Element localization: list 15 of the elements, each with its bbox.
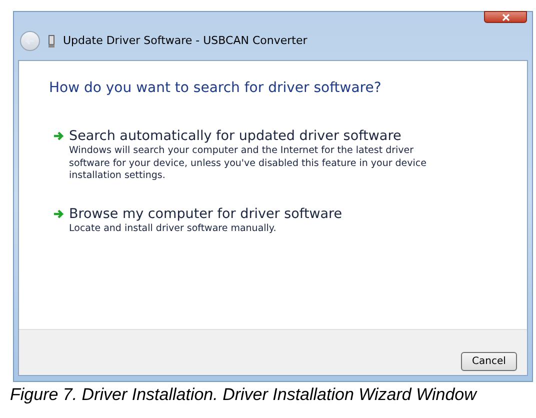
option-description: Locate and install driver software manually. xyxy=(69,222,278,235)
back-arrow-icon xyxy=(25,37,35,45)
arrow-icon xyxy=(53,208,64,218)
cancel-button[interactable]: Cancel xyxy=(461,352,517,371)
close-icon xyxy=(502,14,510,20)
arrow-icon xyxy=(53,131,64,141)
window-title: Update Driver Software - USBCAN Converter xyxy=(63,32,308,49)
figure-caption: Figure 7. Driver Installation. Driver Installation Wizard Window xyxy=(10,385,478,405)
option-link[interactable]: Browse my computer for driver software Locate and install driver software manually. xyxy=(53,204,527,235)
option-title: Search automatically for updated driver software xyxy=(69,127,402,145)
usb-device-icon xyxy=(48,34,55,48)
heading: How do you want to search for driver software? xyxy=(49,79,382,98)
option-description: Windows will search your computer and the Internet for the latest driver software for your device, unless you've disabled this feature in your device installation settings. xyxy=(69,145,428,182)
option-title: Browse my computer for driver software xyxy=(69,204,344,222)
close-button[interactable] xyxy=(484,11,527,23)
